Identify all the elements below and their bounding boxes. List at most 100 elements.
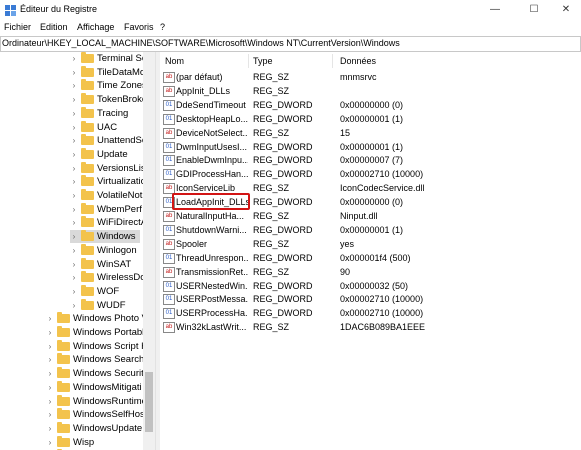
expand-chevron-icon[interactable]: › — [46, 326, 54, 339]
binary-value-icon: 01 — [163, 224, 175, 236]
expand-chevron-icon[interactable]: › — [46, 395, 54, 408]
expand-chevron-icon[interactable]: › — [70, 66, 78, 79]
folder-icon — [57, 339, 70, 351]
expand-chevron-icon[interactable]: › — [46, 422, 54, 435]
value-name: DdeSendTimeout — [176, 99, 246, 110]
value-name: GDIProcessHan... — [176, 169, 248, 180]
maximize-button[interactable]: ☐ — [519, 2, 549, 18]
expand-chevron-icon[interactable]: › — [46, 340, 54, 353]
expand-chevron-icon[interactable]: › — [70, 203, 78, 216]
value-row[interactable]: ab TransmissionRet... REG_SZ 90 — [160, 265, 581, 279]
menu-edition[interactable]: Edition — [40, 22, 68, 32]
expand-chevron-icon[interactable]: › — [46, 312, 54, 325]
column-divider[interactable] — [248, 54, 249, 68]
string-value-icon: ab — [163, 322, 175, 334]
folder-icon — [81, 93, 94, 105]
value-row[interactable]: 01 ShutdownWarni... REG_DWORD 0x00000001 (1… — [160, 223, 581, 237]
value-row[interactable]: ab (par défaut) REG_SZ mnmsrvc — [160, 70, 581, 84]
tree-scrollbar-thumb[interactable] — [145, 372, 153, 432]
menu-affichage[interactable]: Affichage — [77, 22, 114, 32]
column-header-type[interactable]: Type — [253, 52, 273, 70]
value-row[interactable]: 01 USERProcessHa... REG_DWORD 0x00002710 (1… — [160, 306, 581, 320]
minimize-button[interactable]: — — [480, 2, 510, 18]
expand-chevron-icon[interactable]: › — [70, 134, 78, 147]
value-type: REG_DWORD — [253, 99, 313, 110]
menu-fichier[interactable]: Fichier — [4, 22, 31, 32]
value-row[interactable]: ab DeviceNotSelect... REG_SZ 15 — [160, 126, 581, 140]
expand-chevron-icon[interactable]: › — [70, 52, 78, 65]
tree-item[interactable]: › WindowsRuntime — [46, 394, 147, 408]
expand-chevron-icon[interactable]: › — [70, 175, 78, 188]
folder-icon — [81, 243, 94, 255]
expand-chevron-icon[interactable]: › — [46, 408, 54, 421]
value-row[interactable]: 01 DdeSendTimeout REG_DWORD 0x00000000 (0) — [160, 98, 581, 112]
expand-chevron-icon[interactable]: › — [70, 285, 78, 298]
column-header-data[interactable]: Données — [340, 52, 376, 70]
folder-icon — [57, 353, 70, 365]
folder-icon — [81, 161, 94, 173]
close-button[interactable]: ✕ — [551, 2, 581, 18]
tree-item[interactable]: › Windows Photo V — [46, 312, 148, 325]
expand-chevron-icon[interactable]: › — [70, 230, 78, 243]
value-row[interactable]: ab NaturalInputHa... REG_SZ Ninput.dll — [160, 209, 581, 223]
expand-chevron-icon[interactable]: › — [70, 162, 78, 175]
address-bar[interactable]: Ordinateur\HKEY_LOCAL_MACHINE\SOFTWARE\M… — [0, 36, 581, 52]
tree-item[interactable]: › Windows — [70, 230, 140, 244]
tree-item[interactable]: › WindowsSelfHost — [46, 408, 147, 421]
value-type: REG_SZ — [253, 211, 290, 221]
value-row[interactable]: ab Spooler REG_SZ yes — [160, 237, 581, 251]
expand-chevron-icon[interactable]: › — [70, 299, 78, 312]
value-row[interactable]: 01 USERPostMessa... REG_DWORD 0x00002710 (1… — [160, 292, 581, 306]
expand-chevron-icon[interactable]: › — [70, 189, 78, 202]
value-data: 0x00000007 (7) — [340, 155, 404, 166]
string-value-icon: ab — [163, 238, 175, 250]
folder-icon — [57, 435, 70, 447]
expand-chevron-icon[interactable]: › — [70, 79, 78, 92]
value-row[interactable]: 01 GDIProcessHan... REG_DWORD 0x00002710 (1… — [160, 167, 581, 181]
tree-item[interactable]: › WindowsMitigati — [46, 380, 146, 394]
expand-chevron-icon[interactable]: › — [70, 93, 78, 106]
expand-chevron-icon[interactable]: › — [70, 271, 78, 284]
value-row[interactable]: 01 DwmInputUsesI... REG_DWORD 0x00000001 (1… — [160, 140, 581, 154]
value-type: REG_DWORD — [253, 141, 313, 152]
address-path: Ordinateur\HKEY_LOCAL_MACHINE\SOFTWARE\M… — [2, 38, 400, 48]
expand-chevron-icon[interactable]: › — [46, 367, 54, 380]
value-row[interactable]: ab Win32kLastWrit... REG_SZ 1DAC6B089BA1EEE — [160, 320, 581, 334]
value-type: REG_DWORD — [253, 197, 313, 208]
value-row[interactable]: 01 ThreadUnrespon... REG_DWORD 0x000001f4 (… — [160, 251, 581, 265]
value-type: REG_SZ — [253, 72, 290, 82]
tree-item[interactable]: › Windows Portabl — [46, 326, 146, 339]
expand-chevron-icon[interactable]: › — [46, 353, 54, 366]
menu-help[interactable]: ? — [160, 22, 165, 32]
column-header-name[interactable]: Nom — [165, 52, 184, 70]
column-divider[interactable] — [332, 54, 333, 68]
tree-scrollbar[interactable] — [143, 52, 155, 450]
expand-chevron-icon[interactable]: › — [70, 244, 78, 257]
tree-item[interactable]: › Windows Script H — [46, 339, 148, 353]
menu-favoris[interactable]: Favoris — [124, 22, 154, 32]
value-row[interactable]: 01 DesktopHeapLo... REG_DWORD 0x00000001 (1… — [160, 112, 581, 126]
tree-item[interactable]: › Windows Security — [46, 367, 149, 380]
tree-item-label: WindowsUpdate — [73, 422, 143, 434]
expand-chevron-icon[interactable]: › — [46, 436, 54, 449]
value-name: EnableDwmInpu... — [176, 155, 248, 166]
tree-item[interactable]: › Wisp — [46, 435, 146, 449]
value-name: USERNestedWin... — [176, 280, 248, 291]
expand-chevron-icon[interactable]: › — [70, 107, 78, 120]
value-name: AppInit_DLLs — [176, 85, 231, 96]
expand-chevron-icon[interactable]: › — [70, 216, 78, 229]
expand-chevron-icon[interactable]: › — [70, 148, 78, 161]
value-row[interactable]: ab AppInit_DLLs REG_SZ — [160, 84, 581, 98]
expand-chevron-icon[interactable]: › — [46, 381, 54, 394]
tree-item[interactable]: › WindowsUpdate — [46, 421, 146, 435]
binary-value-icon: 01 — [163, 155, 175, 167]
value-row[interactable]: 01 USERNestedWin... REG_DWORD 0x00000032 (5… — [160, 279, 581, 293]
expand-chevron-icon[interactable]: › — [70, 121, 78, 134]
highlight-annotation — [172, 193, 250, 210]
expand-chevron-icon[interactable]: › — [70, 258, 78, 271]
value-row[interactable]: 01 EnableDwmInpu... REG_DWORD 0x00000007 (7… — [160, 153, 581, 167]
value-type: REG_DWORD — [253, 113, 313, 124]
tree-item-label: Terminal Se — [97, 53, 148, 64]
folder-icon — [57, 367, 70, 379]
tree-item[interactable]: › Windows Search — [46, 353, 146, 366]
